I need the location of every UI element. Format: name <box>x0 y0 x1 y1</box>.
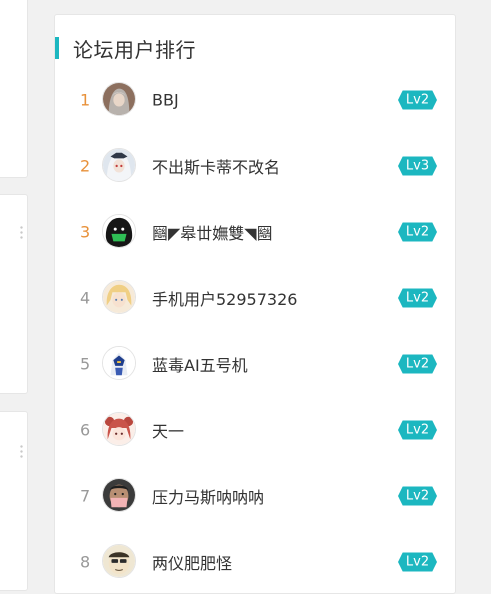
ranking-row[interactable]: 1 BBJ Lv2 <box>55 82 455 118</box>
rank-number: 4 <box>80 288 91 308</box>
level-badge: Lv2 <box>398 354 437 374</box>
level-badge: Lv2 <box>398 222 437 242</box>
more-dots-icon[interactable] <box>20 444 23 458</box>
level-badge: Lv2 <box>398 288 437 308</box>
ranking-row[interactable]: 4 手机用户52957326 Lv2 <box>55 280 455 316</box>
ranking-row[interactable]: 7 压力马斯呐呐呐 Lv2 <box>55 478 455 514</box>
masked-man-avatar[interactable] <box>102 478 136 512</box>
user-name[interactable]: 不出斯卡蒂不改名 <box>152 154 280 178</box>
ranking-row[interactable]: 8 两仪肥肥怪 Lv2 <box>55 544 455 580</box>
blonde-character-avatar[interactable] <box>102 280 136 314</box>
user-name[interactable]: 圝◤皋丗嫵雙◥圝 <box>152 220 273 244</box>
rank-number: 1 <box>80 90 91 110</box>
user-name[interactable]: BBJ <box>152 91 179 110</box>
rank-number: 8 <box>80 552 91 572</box>
rank-number: 2 <box>80 156 91 176</box>
left-card-partial <box>0 0 28 178</box>
red-haired-girl-avatar[interactable] <box>102 412 136 446</box>
white-haired-girl-avatar[interactable] <box>102 148 136 182</box>
level-badge: Lv3 <box>398 156 437 176</box>
level-badge: Lv2 <box>398 486 437 506</box>
cartoon-guy-avatar[interactable] <box>102 544 136 578</box>
left-card-partial <box>0 194 28 394</box>
ranking-row[interactable]: 5 蓝毒AI五号机 Lv2 <box>55 346 455 382</box>
level-badge: Lv2 <box>398 420 437 440</box>
user-name[interactable]: 蓝毒AI五号机 <box>152 352 248 376</box>
title-accent-bar <box>55 37 59 59</box>
left-card-partial <box>0 411 28 591</box>
level-badge: Lv2 <box>398 552 437 572</box>
panel-header: 论坛用户排行 <box>55 35 196 62</box>
ranking-row[interactable]: 3 圝◤皋丗嫵雙◥圝 Lv2 <box>55 214 455 250</box>
rank-number: 7 <box>80 486 91 506</box>
ranking-row[interactable]: 6 天一 Lv2 <box>55 412 455 448</box>
user-name[interactable]: 天一 <box>152 418 184 442</box>
rank-number: 5 <box>80 354 91 374</box>
mecha-robot-avatar[interactable] <box>102 346 136 380</box>
level-badge: Lv2 <box>398 90 437 110</box>
gray-haired-girl-avatar[interactable] <box>102 82 136 116</box>
ranking-row[interactable]: 2 不出斯卡蒂不改名 Lv3 <box>55 148 455 184</box>
user-name[interactable]: 手机用户52957326 <box>152 286 297 310</box>
user-name[interactable]: 压力马斯呐呐呐 <box>152 484 264 508</box>
rank-number: 6 <box>80 420 91 440</box>
more-dots-icon[interactable] <box>20 225 23 239</box>
rank-number: 3 <box>80 222 91 242</box>
user-ranking-panel: 论坛用户排行 1 BBJ Lv2 2 不出斯卡蒂不改名 Lv3 3 圝◤皋丗嫵雙… <box>54 14 456 594</box>
panel-title: 论坛用户排行 <box>73 37 196 62</box>
user-name[interactable]: 两仪肥肥怪 <box>152 550 232 574</box>
masked-green-face-avatar[interactable] <box>102 214 136 248</box>
